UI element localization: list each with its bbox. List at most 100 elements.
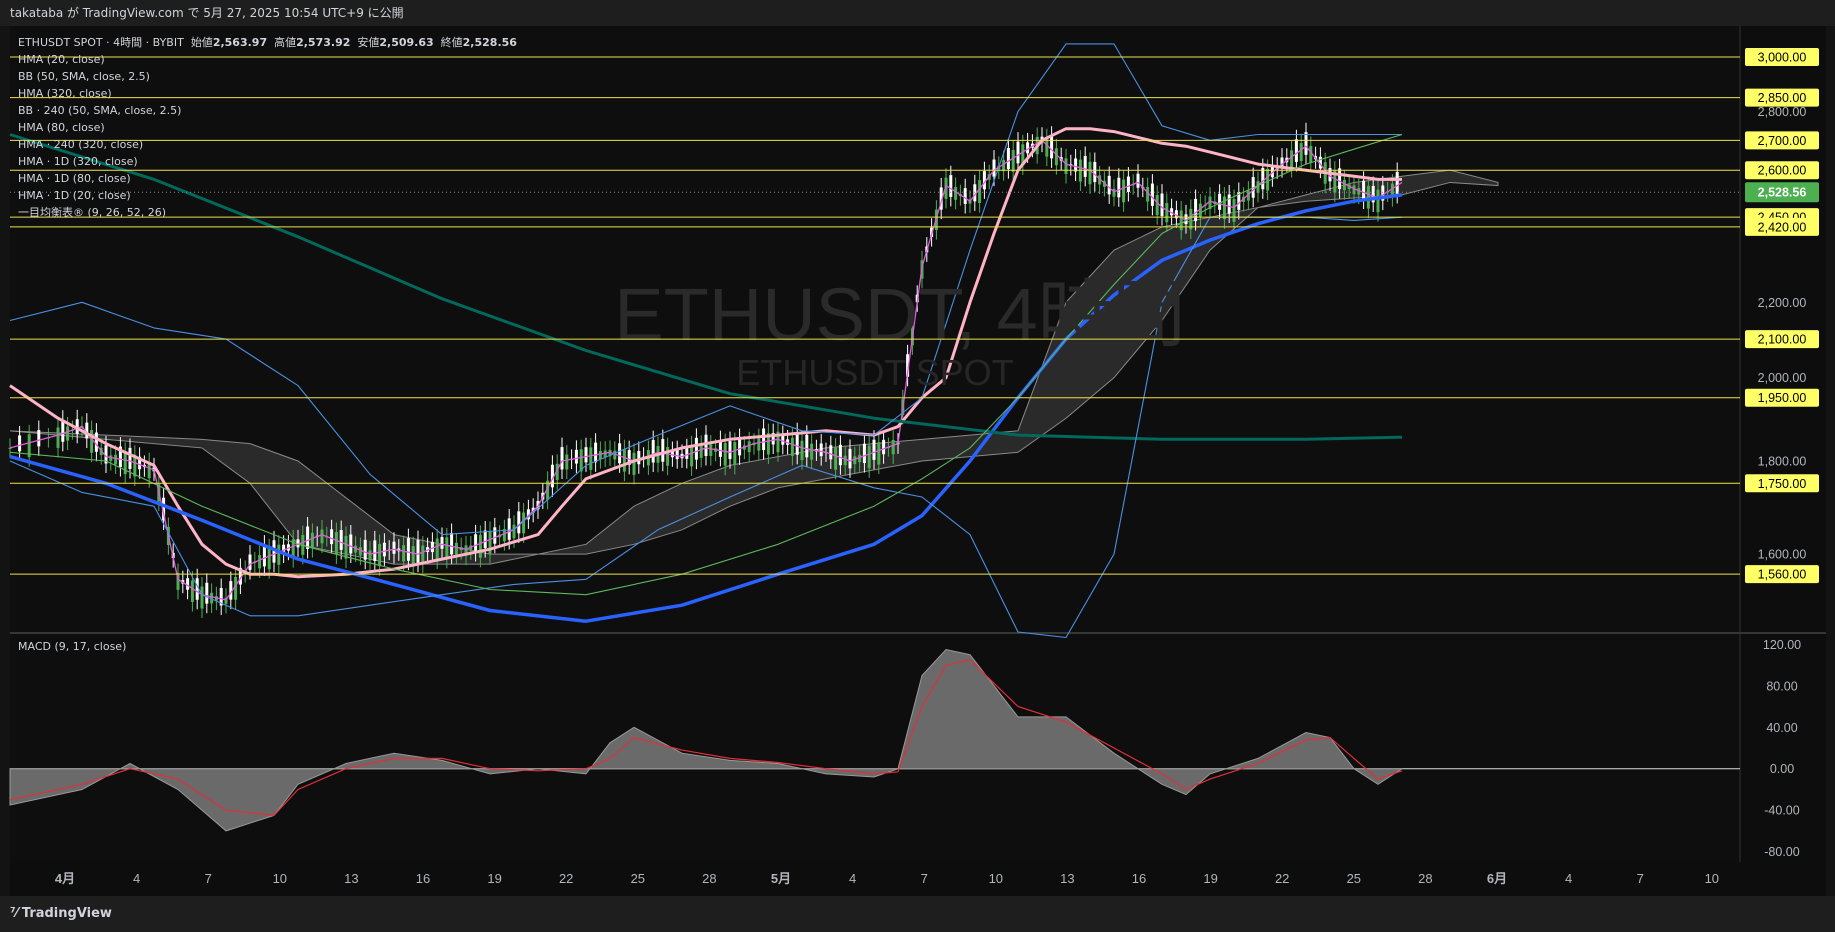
- candle-body: [368, 550, 372, 561]
- candle-body: [1126, 176, 1130, 192]
- indicator-item[interactable]: HMA · 1D (80, close): [18, 170, 517, 187]
- time-tick-label: 7: [921, 871, 928, 886]
- candle-body: [805, 434, 809, 458]
- indicator-item[interactable]: BB · 240 (50, SMA, close, 2.5): [18, 102, 517, 119]
- candle-body: [1155, 194, 1159, 216]
- candle-body: [1011, 150, 1015, 172]
- time-tick-label: 4月: [55, 871, 75, 886]
- time-tick-label: 13: [1060, 871, 1074, 886]
- time-tick-label: 10: [1705, 871, 1719, 886]
- candle-body: [94, 432, 98, 452]
- macd-pane-bg: [10, 634, 1740, 862]
- time-tick-label: 25: [631, 871, 645, 886]
- candle-body: [1074, 158, 1078, 172]
- candle-body: [685, 448, 689, 459]
- candle-body: [992, 159, 996, 177]
- candle-body: [723, 442, 727, 466]
- price-tick-label: 2,800.00: [1758, 105, 1807, 119]
- candle-body: [1366, 185, 1370, 209]
- candle-body: [512, 524, 516, 539]
- indicator-item[interactable]: HMA · 1D (20, close): [18, 187, 517, 204]
- level-tag-label: 2,100.00: [1758, 333, 1807, 347]
- candle-body: [1093, 161, 1097, 183]
- indicator-item[interactable]: HMA · 240 (320, close): [18, 136, 517, 153]
- indicator-item[interactable]: 一目均衡表® (9, 26, 52, 26): [18, 204, 517, 221]
- candle-body: [790, 437, 794, 456]
- candle-body: [114, 454, 118, 465]
- candle-body: [517, 511, 521, 534]
- indicator-item[interactable]: HMA (80, close): [18, 119, 517, 136]
- candle-body: [190, 580, 194, 602]
- candle-body: [954, 187, 958, 200]
- candle-body: [838, 444, 842, 466]
- time-tick-label: 25: [1347, 871, 1361, 886]
- candle-body: [435, 538, 439, 560]
- candle-body: [675, 450, 679, 460]
- candle-body: [877, 442, 881, 465]
- candle-body: [248, 554, 252, 570]
- time-tick-label: 10: [273, 871, 287, 886]
- price-axis: 3,000.002,850.002,700.002,600.002,450.00…: [1745, 48, 1819, 584]
- indicator-item[interactable]: HMA (20, close): [18, 51, 517, 68]
- macd-tick-label: 0.00: [1770, 762, 1794, 776]
- candle-body: [373, 540, 377, 561]
- candle-body: [704, 434, 708, 456]
- candle-body: [1261, 167, 1265, 190]
- candle-body: [507, 518, 511, 540]
- candle-body: [1107, 175, 1111, 195]
- tradingview-logo[interactable]: ⁷⁄ TradingView: [10, 906, 112, 921]
- candle-body: [690, 445, 694, 467]
- macd-tick-label: 80.00: [1766, 679, 1797, 693]
- candle-body: [454, 542, 458, 555]
- candle-body: [402, 545, 406, 562]
- time-tick-label: 28: [702, 871, 716, 886]
- candle-body: [949, 175, 953, 197]
- level-tag-label: 3,000.00: [1758, 51, 1807, 65]
- candle-body: [1165, 202, 1169, 223]
- indicator-item[interactable]: BB (50, SMA, close, 2.5): [18, 68, 517, 85]
- symbol-title[interactable]: ETHUSDT SPOT · 4時間 · BYBIT: [18, 36, 184, 49]
- candle-body: [1088, 161, 1092, 185]
- time-tick-label: 10: [989, 871, 1003, 886]
- candle-body: [872, 439, 876, 460]
- candle-body: [757, 438, 761, 451]
- time-tick-label: 28: [1418, 871, 1432, 886]
- candle-body: [1266, 168, 1270, 191]
- candle-body: [565, 454, 569, 470]
- indicator-item[interactable]: HMA · 1D (320, close): [18, 153, 517, 170]
- candle-body: [978, 180, 982, 204]
- candle-body: [450, 532, 454, 555]
- level-tag-label: 2,700.00: [1758, 134, 1807, 148]
- candle-body: [1290, 150, 1294, 168]
- macd-legend[interactable]: MACD (9, 17, close): [18, 640, 126, 653]
- candle-body: [483, 530, 487, 549]
- candle-body: [699, 444, 703, 458]
- candle-body: [728, 441, 732, 460]
- candle-body: [440, 536, 444, 549]
- close-label: 終値: [440, 36, 463, 49]
- candle-body: [1189, 208, 1193, 230]
- candle-body: [205, 582, 209, 604]
- candle-body: [843, 455, 847, 466]
- candle-body: [618, 443, 622, 464]
- candle-body: [891, 439, 895, 455]
- price-tick-label: 1,800.00: [1758, 455, 1807, 469]
- candle-body: [622, 449, 626, 472]
- candle-body: [320, 529, 324, 544]
- candle-body: [848, 448, 852, 469]
- time-tick-label: 13: [344, 871, 358, 886]
- low-value: 2,509.63: [379, 36, 434, 49]
- candle-body: [810, 443, 814, 460]
- candle-body: [1227, 194, 1231, 214]
- tradingview-logo-icon: ⁷⁄: [10, 906, 18, 921]
- candle-body: [421, 545, 425, 564]
- candle-body: [598, 450, 602, 460]
- price-tick-label: 1,600.00: [1758, 548, 1807, 562]
- candle-body: [862, 443, 866, 464]
- time-tick-label: 6月: [1487, 871, 1507, 886]
- chart-legend: ETHUSDT SPOT · 4時間 · BYBIT 始値2,563.97 高値…: [18, 34, 517, 221]
- candle-body: [795, 432, 799, 455]
- indicator-item[interactable]: HMA (320, close): [18, 85, 517, 102]
- candle-body: [1304, 132, 1308, 155]
- candle-body: [406, 538, 410, 561]
